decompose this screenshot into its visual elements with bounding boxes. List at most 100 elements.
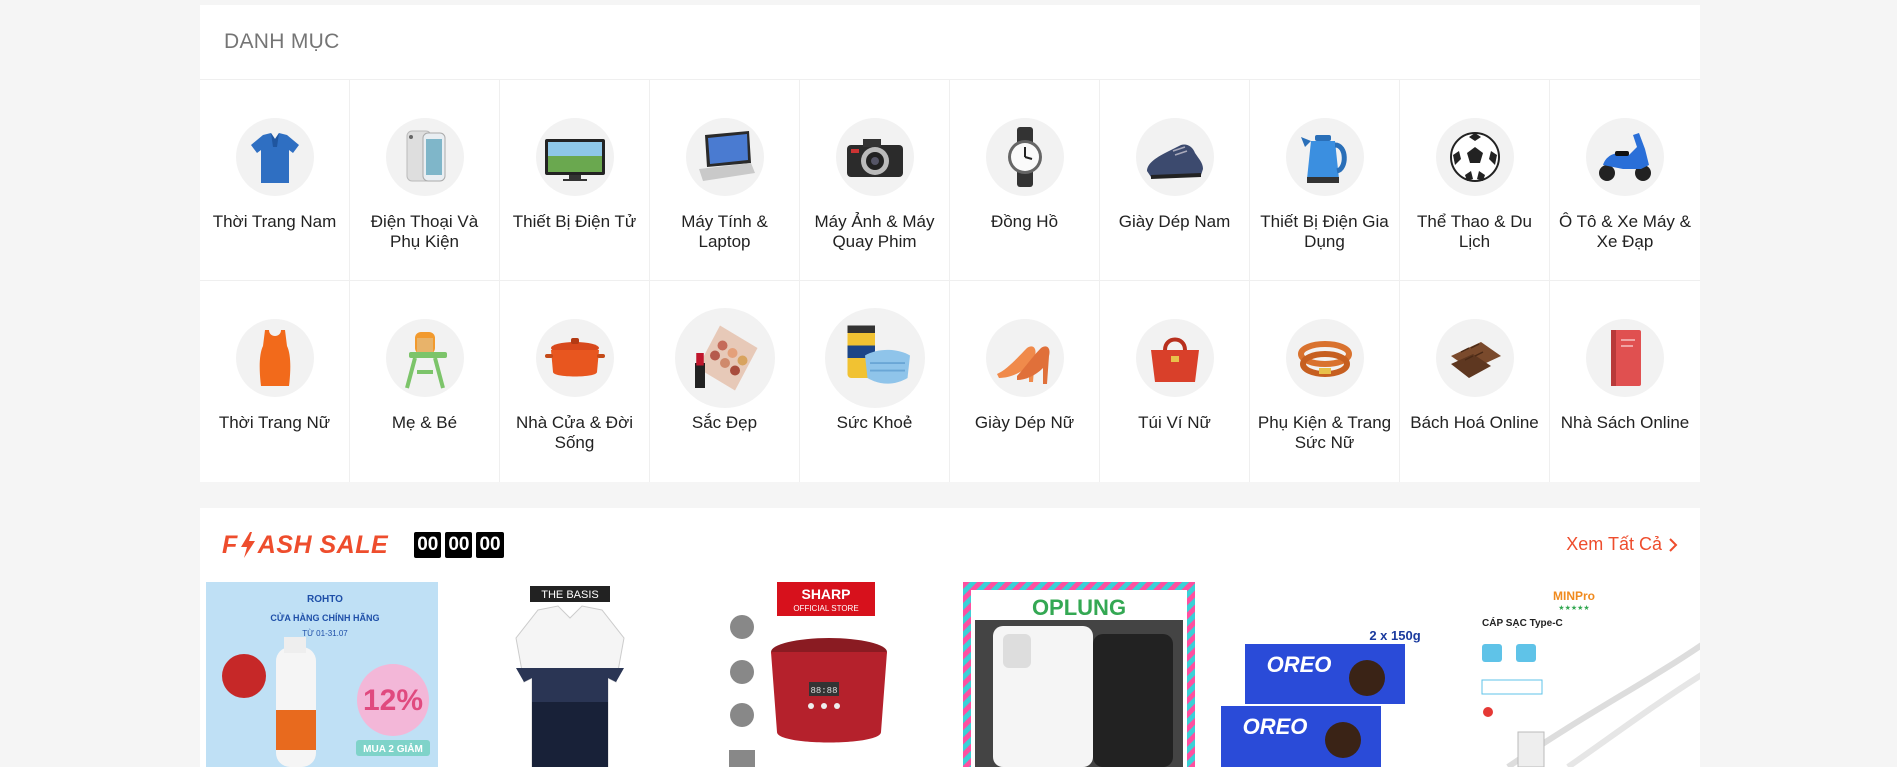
laptop-icon — [698, 131, 755, 181]
category-item-the-thao[interactable]: Thể Thao & Du Lịch — [1400, 80, 1550, 281]
makeup-palette-icon — [694, 325, 757, 391]
category-label: Thời Trang Nam — [212, 212, 337, 231]
svg-text:88:88: 88:88 — [810, 686, 837, 696]
category-label: Giày Dép Nam — [1118, 212, 1231, 231]
lightning-icon — [240, 532, 255, 558]
category-item-dien-thoai[interactable]: Điện Thoại Và Phụ Kiện — [350, 80, 500, 281]
cooking-pot-icon — [544, 338, 605, 377]
countdown-timer: 00 00 00 — [414, 532, 504, 558]
tank-top-icon — [259, 330, 290, 386]
category-label: Phụ Kiện & Trang Sức Nữ — [1257, 413, 1392, 452]
product-image: ROHTO CỬA HÀNG CHÍNH HÃNG TỪ 01-31.07 12… — [206, 582, 439, 767]
high-heel-icon — [996, 346, 1050, 384]
category-label: Nhà Sách Online — [1560, 413, 1690, 432]
category-label: Nhà Cửa & Đời Sống — [515, 413, 633, 452]
product-oreo[interactable]: 2 x 150g OREO OREO — [1215, 582, 1448, 767]
product-phone-case[interactable]: OPLUNG — [962, 582, 1195, 767]
chocolate-icon — [1450, 342, 1501, 378]
category-label: Bách Hoá Online — [1410, 413, 1539, 432]
handbag-icon — [1150, 337, 1199, 382]
product-rice-cooker[interactable]: SHARP OFFICIAL STORE 88:88 — [710, 582, 943, 767]
category-item-nha-sach[interactable]: Nhà Sách Online — [1550, 281, 1700, 482]
product-polo-shirt[interactable]: THE BASIS — [458, 582, 691, 767]
category-item-suc-khoe[interactable]: Sức Khoẻ — [800, 281, 950, 482]
chevron-right-icon — [1669, 537, 1678, 552]
flash-sale-list: ROHTO CỬA HÀNG CHÍNH HÃNG TỪ 01-31.07 12… — [200, 582, 1700, 767]
category-item-sac-dep[interactable]: Sắc Đẹp — [650, 281, 800, 482]
polo-shirt-icon — [250, 133, 299, 183]
soccer-ball-icon — [1449, 132, 1500, 182]
category-item-gia-dung[interactable]: Thiết Bị Điện Gia Dụng — [1250, 80, 1400, 281]
category-label: Thiết Bị Điện Gia Dụng — [1260, 212, 1389, 251]
category-label: Máy Tính & Laptop — [681, 212, 768, 251]
svg-text:★★★★★: ★★★★★ — [1558, 604, 1589, 612]
category-label: Túi Ví Nữ — [1138, 413, 1211, 432]
category-section: DANH MỤC Thời Trang Nam Điện Thoại Và Ph… — [200, 5, 1700, 482]
category-item-phu-kien-nu[interactable]: Phụ Kiện & Trang Sức Nữ — [1250, 281, 1400, 482]
category-item-thoi-trang-nu[interactable]: Thời Trang Nữ — [200, 281, 350, 482]
bracelet-icon — [1297, 341, 1352, 377]
category-item-may-anh[interactable]: Máy Ảnh & Máy Quay Phim — [800, 80, 950, 281]
svg-text:TỪ 01-31.07: TỪ 01-31.07 — [302, 629, 348, 638]
svg-text:THE BASIS: THE BASIS — [542, 589, 599, 601]
svg-text:CỬA HÀNG CHÍNH HÃNG: CỬA HÀNG CHÍNH HÃNG — [270, 612, 379, 623]
mens-shoe-icon — [1146, 144, 1203, 179]
book-icon — [1611, 330, 1641, 386]
svg-text:ROHTO: ROHTO — [307, 594, 343, 605]
see-all-link[interactable]: Xem Tất Cả — [1566, 534, 1678, 555]
category-item-thiet-bi-dien-tu[interactable]: Thiết Bị Điện Tử — [500, 80, 650, 281]
category-label: Sắc Đẹp — [691, 413, 758, 432]
smartphone-icon — [406, 130, 445, 182]
svg-text:OREO: OREO — [1243, 714, 1308, 739]
product-image: MINPro ★★★★★ CÁP SẠC Type-C — [1467, 582, 1700, 767]
category-item-nha-cua[interactable]: Nhà Cửa & Đời Sống — [500, 281, 650, 482]
camera-icon — [846, 139, 903, 177]
category-item-me-be[interactable]: Mẹ & Bé — [350, 281, 500, 482]
category-label: Giày Dép Nữ — [974, 413, 1075, 432]
high-chair-icon — [404, 332, 447, 389]
category-item-dong-ho[interactable]: Đồng Hồ — [950, 80, 1100, 281]
category-item-may-tinh[interactable]: Máy Tính & Laptop — [650, 80, 800, 281]
category-item-bach-hoa[interactable]: Bách Hoá Online — [1400, 281, 1550, 482]
category-label: Máy Ảnh & Máy Quay Phim — [814, 212, 935, 251]
category-item-xe[interactable]: Ô Tô & Xe Máy & Xe Đạp — [1550, 80, 1700, 281]
television-icon — [544, 139, 605, 181]
svg-text:OPLUNG: OPLUNG — [1032, 595, 1126, 620]
flash-sale-section: F ASH SALE 00 00 00 Xem Tất Cả ROHTO CỬA… — [200, 508, 1700, 767]
category-header: DANH MỤC — [200, 5, 1700, 80]
svg-text:MINPro: MINPro — [1553, 589, 1595, 603]
timer-seconds: 00 — [476, 532, 504, 558]
category-label: Điện Thoại Và Phụ Kiện — [370, 212, 479, 251]
category-label: Thể Thao & Du Lịch — [1417, 212, 1532, 251]
product-image: THE BASIS — [458, 582, 691, 767]
product-selsun-shampoo[interactable]: ROHTO CỬA HÀNG CHÍNH HÃNG TỪ 01-31.07 12… — [206, 582, 439, 767]
flash-sale-header: F ASH SALE 00 00 00 Xem Tất Cả — [200, 508, 1700, 582]
svg-text:SHARP: SHARP — [801, 586, 850, 602]
product-image: OPLUNG — [962, 582, 1195, 767]
flash-sale-logo: F ASH SALE — [222, 530, 389, 559]
category-label: Đồng Hồ — [990, 212, 1059, 231]
product-image: 2 x 150g OREO OREO — [1215, 582, 1448, 767]
category-label: Ô Tô & Xe Máy & Xe Đạp — [1559, 212, 1691, 251]
svg-text:12%: 12% — [363, 684, 423, 717]
svg-text:OFFICIAL STORE: OFFICIAL STORE — [793, 604, 858, 613]
category-grid: Thời Trang Nam Điện Thoại Và Phụ Kiện Th… — [200, 80, 1700, 482]
product-charging-cable[interactable]: MINPro ★★★★★ CÁP SẠC Type-C — [1467, 582, 1700, 767]
category-item-tui-vi-nu[interactable]: Túi Ví Nữ — [1100, 281, 1250, 482]
svg-text:2 x 150g: 2 x 150g — [1370, 628, 1421, 643]
category-label: Mẹ & Bé — [391, 413, 458, 432]
category-item-giay-dep-nu[interactable]: Giày Dép Nữ — [950, 281, 1100, 482]
scooter-icon — [1599, 133, 1651, 181]
category-item-giay-dep-nam[interactable]: Giày Dép Nam — [1100, 80, 1250, 281]
timer-hours: 00 — [414, 532, 442, 558]
kettle-icon — [1300, 135, 1347, 183]
category-label: Thời Trang Nữ — [218, 413, 331, 432]
category-title: DANH MỤC — [224, 30, 340, 53]
category-label: Thiết Bị Điện Tử — [512, 212, 637, 231]
svg-text:MUA 2 GIẢM: MUA 2 GIẢM — [363, 742, 423, 755]
category-item-thoi-trang-nam[interactable]: Thời Trang Nam — [200, 80, 350, 281]
product-image: SHARP OFFICIAL STORE 88:88 — [710, 582, 943, 767]
watch-icon — [1007, 127, 1042, 187]
timer-minutes: 00 — [445, 532, 473, 558]
category-label: Sức Khoẻ — [836, 413, 913, 432]
